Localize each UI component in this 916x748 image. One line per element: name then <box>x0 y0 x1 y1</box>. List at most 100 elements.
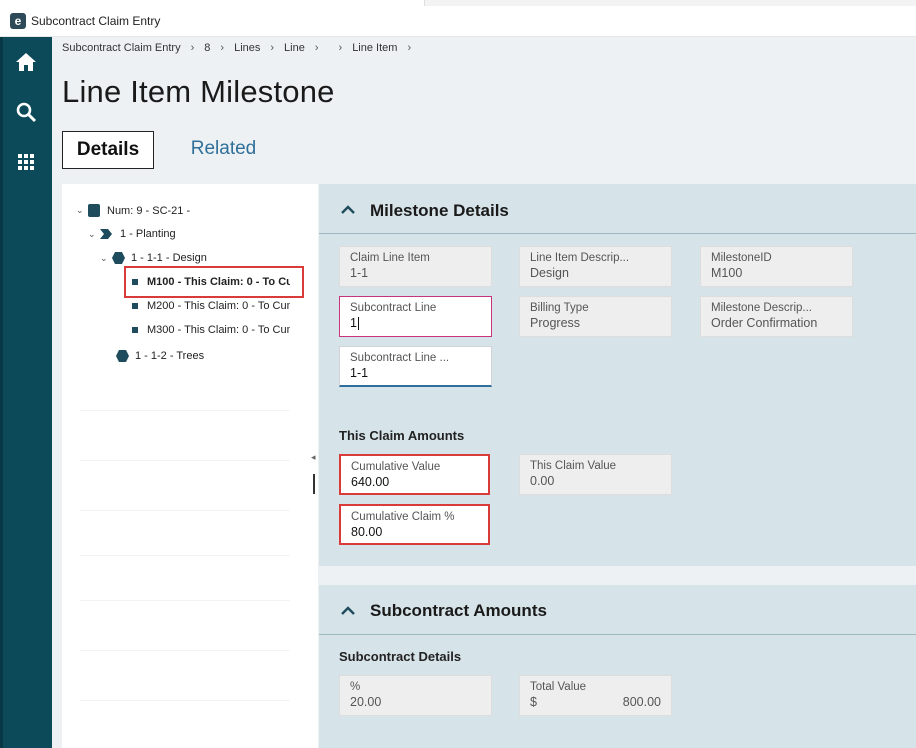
tree-node-label: Num: 9 - SC-21 - <box>107 204 191 217</box>
subcontract-line-item-input[interactable]: Subcontract Line ... 1-1 <box>339 346 492 387</box>
line-item-description-field: Line Item Descrip... Design <box>519 246 672 287</box>
search-icon[interactable] <box>14 100 38 124</box>
field-label: MilestoneID <box>711 252 772 264</box>
milestone-description-field: Milestone Descrip... Order Confirmation <box>700 296 853 337</box>
field-label: % <box>350 681 361 693</box>
tab-details[interactable]: Details <box>62 131 154 169</box>
tree-node-label: 1 - 1-1 - Design <box>131 252 207 264</box>
bullet-square-icon <box>132 303 138 309</box>
field-value: Design <box>530 266 569 280</box>
field-label: Billing Type <box>530 302 589 314</box>
breadcrumb-claim-number[interactable]: 8 <box>204 42 210 54</box>
breadcrumb-line[interactable]: Line <box>284 42 305 54</box>
book-icon <box>88 204 100 217</box>
billing-type-field: Billing Type Progress <box>519 296 672 337</box>
tree-node-milestone-m300[interactable]: M300 - This Claim: 0 - To Cum <box>132 324 290 336</box>
field-value: 640.00 <box>351 475 390 489</box>
tree-divider <box>80 555 290 556</box>
tree-divider <box>80 410 290 411</box>
field-value: 1 <box>350 316 357 330</box>
field-value: Order Confirmation <box>711 316 818 330</box>
field-label: Total Value <box>530 681 587 693</box>
hexagon-icon <box>112 252 125 264</box>
field-value: 80.00 <box>351 525 383 539</box>
field-label: Milestone Descrip... <box>711 302 812 314</box>
background-window-strip <box>424 0 916 6</box>
breadcrumb-line-item[interactable]: Line Item <box>352 42 397 54</box>
tree-node-design[interactable]: ⌄ 1 - 1-1 - Design <box>100 252 207 264</box>
page-title: Line Item Milestone <box>62 74 335 109</box>
currency-symbol: $ <box>530 695 537 709</box>
panel-splitter-handle[interactable] <box>313 474 315 494</box>
subcontract-details-heading: Subcontract Details <box>339 649 462 664</box>
field-value: 20.00 <box>350 695 382 709</box>
tree-divider <box>80 460 290 461</box>
tree-divider <box>80 700 290 701</box>
percent-field: % 20.00 <box>339 675 492 716</box>
breadcrumb-separator-icon: › <box>407 42 412 54</box>
cumulative-claim-percent-input[interactable]: Cumulative Claim % 80.00 <box>339 504 490 545</box>
tree-node-label: M300 - This Claim: 0 - To Cum <box>147 324 290 336</box>
tab-related[interactable]: Related <box>176 131 271 169</box>
field-label: Subcontract Line <box>350 302 437 314</box>
app-title: Subcontract Claim Entry <box>31 14 161 28</box>
breadcrumb-separator-icon: › <box>190 42 195 54</box>
field-value: Progress <box>530 316 581 330</box>
chevron-down-icon[interactable]: ⌄ <box>100 253 112 264</box>
breadcrumb-separator-icon: › <box>338 42 343 54</box>
breadcrumb-subcontract-claim-entry[interactable]: Subcontract Claim Entry <box>62 42 181 54</box>
field-label: Cumulative Claim % <box>351 511 455 523</box>
app-logo-icon: e <box>10 13 26 29</box>
tree-divider <box>80 510 290 511</box>
chevron-down-icon[interactable]: ⌄ <box>76 205 88 216</box>
cumulative-value-input[interactable]: Cumulative Value 640.00 <box>339 454 490 495</box>
tree-node-planting[interactable]: ⌄ 1 - Planting <box>88 228 176 240</box>
claim-line-item-field: Claim Line Item 1-1 <box>339 246 492 287</box>
tree-node-root[interactable]: ⌄ Num: 9 - SC-21 - <box>76 204 190 217</box>
tree-divider <box>80 650 290 651</box>
field-value: 0.00 <box>530 474 555 488</box>
chevron-up-icon[interactable] <box>341 205 355 215</box>
collapse-panel-arrow-icon[interactable]: ◂ <box>311 452 316 463</box>
this-claim-amounts-heading: This Claim Amounts <box>339 428 465 443</box>
tree-node-trees[interactable]: 1 - 1-2 - Trees <box>116 350 204 362</box>
breadcrumb-separator-icon: › <box>270 42 275 54</box>
tree-node-label: M200 - This Claim: 0 - To Cum <box>147 300 290 312</box>
tree-node-milestone-m200[interactable]: M200 - This Claim: 0 - To Cum <box>132 300 290 312</box>
breadcrumb-lines[interactable]: Lines <box>234 42 260 54</box>
milestone-id-field: MilestoneID M100 <box>700 246 853 287</box>
nav-rail-edge <box>0 37 3 748</box>
chevron-down-icon[interactable]: ⌄ <box>88 229 100 240</box>
field-value: 1-1 <box>350 366 369 380</box>
hexagon-icon <box>116 350 129 362</box>
this-claim-value-field: This Claim Value 0.00 <box>519 454 672 495</box>
total-value-field: Total Value $ 800.00 <box>519 675 672 716</box>
field-label: Claim Line Item <box>350 252 430 264</box>
milestone-details-header[interactable]: Milestone Details <box>319 184 916 234</box>
subcontract-amounts-section: Subcontract Amounts <box>319 585 916 748</box>
section-title: Milestone Details <box>370 201 509 220</box>
field-label: Line Item Descrip... <box>530 252 630 264</box>
field-value-row: $ 800.00 <box>530 695 661 709</box>
field-label: Subcontract Line ... <box>350 352 450 364</box>
nav-rail <box>0 37 52 748</box>
bullet-square-icon <box>132 327 138 333</box>
field-label: Cumulative Value <box>351 461 441 473</box>
breadcrumb-separator-icon: › <box>220 42 225 54</box>
tree-node-label: 1 - 1-2 - Trees <box>135 350 205 362</box>
text-caret <box>357 317 359 331</box>
field-value-wrap: 1 <box>350 316 481 331</box>
window-title-bar: e Subcontract Claim Entry <box>0 0 916 37</box>
home-icon[interactable] <box>14 50 38 74</box>
tree-divider <box>80 600 290 601</box>
chevron-badge-icon <box>100 229 112 239</box>
field-value: 1-1 <box>350 266 369 280</box>
section-title: Subcontract Amounts <box>370 601 547 620</box>
field-label: This Claim Value <box>530 460 617 472</box>
apps-grid-icon[interactable] <box>14 150 38 174</box>
subcontract-amounts-header[interactable]: Subcontract Amounts <box>319 585 916 635</box>
field-value: M100 <box>711 266 743 280</box>
subcontract-line-input[interactable]: Subcontract Line 1 <box>339 296 492 337</box>
chevron-up-icon[interactable] <box>341 606 355 616</box>
breadcrumb: Subcontract Claim Entry › 8 › Lines › Li… <box>62 42 421 54</box>
